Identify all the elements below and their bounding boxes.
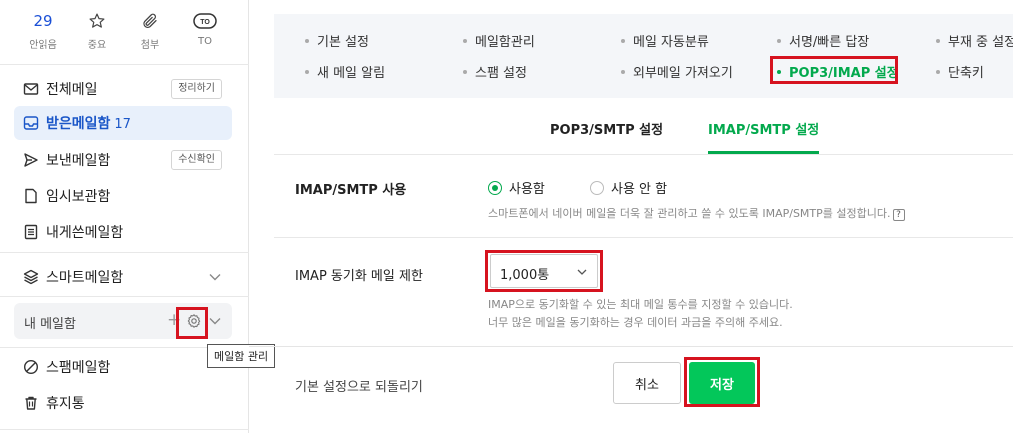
sidebar-item-to-me[interactable]: 내게쓴메일함 — [14, 215, 232, 249]
divider — [249, 346, 1013, 347]
note-icon — [22, 223, 40, 241]
divider — [0, 296, 249, 297]
sidebar-item-label: 전체메일 — [46, 82, 98, 98]
sidebar-item-label: 보낸메일함 — [46, 153, 111, 169]
divider — [0, 64, 249, 65]
bullet — [936, 38, 940, 43]
sidebar-item-spam[interactable]: 스팸메일함 — [14, 350, 232, 384]
bullet — [463, 69, 467, 74]
bullet — [463, 38, 467, 43]
divider — [0, 252, 249, 253]
select-highlight — [485, 250, 603, 292]
sidebar-item-label: 스팸메일함 — [46, 360, 111, 376]
menu-mailbox-manage[interactable]: 메일함관리 — [463, 31, 535, 50]
unread-count: 29 — [33, 12, 53, 30]
sidebar-item-label: 내게쓴메일함 — [46, 225, 124, 241]
manage-mailbox-tooltip: 메일함 관리 — [207, 344, 276, 368]
help-icon[interactable]: ? — [892, 209, 905, 221]
menu-spam-settings[interactable]: 스팸 설정 — [463, 62, 527, 81]
radio-circle — [488, 180, 502, 195]
organize-button[interactable]: 정리하기 — [171, 79, 222, 99]
to-icon: TO — [180, 10, 230, 32]
divider — [0, 429, 249, 430]
save-highlight — [684, 357, 760, 407]
radio-use-on[interactable]: 사용함 — [488, 178, 545, 197]
menu-external-mail[interactable]: 외부메일 가져오기 — [621, 62, 733, 81]
sync-limit-label: IMAP 동기화 메일 제한 — [295, 269, 423, 284]
star-icon — [72, 10, 122, 32]
tab-pop3-smtp[interactable]: POP3/SMTP 설정 — [550, 116, 663, 154]
envelope-icon — [22, 80, 40, 98]
quick-label: TO — [198, 36, 212, 47]
sidebar-item-all-mail[interactable]: 전체메일 정리하기 — [14, 72, 232, 106]
divider — [274, 237, 1013, 238]
bullet — [305, 69, 309, 74]
menu-highlight — [770, 56, 898, 84]
reset-defaults-link[interactable]: 기본 설정으로 되돌리기 — [295, 376, 423, 395]
settings-menu — [274, 14, 1013, 98]
sync-limit-desc-2: 너무 많은 메일을 동기화하는 경우 데이터 과금을 주의해 주세요. — [488, 316, 783, 329]
quick-label: 첨부 — [140, 40, 160, 51]
layers-icon — [22, 268, 40, 286]
bullet — [777, 38, 781, 43]
sidebar-item-trash[interactable]: 휴지통 — [14, 386, 232, 420]
bullet — [305, 38, 309, 43]
unread-badge: 17 — [114, 117, 131, 132]
menu-signature[interactable]: 서명/빠른 답장 — [777, 31, 869, 50]
spam-icon — [22, 358, 40, 376]
gear-highlight — [176, 307, 208, 339]
chevron-down-icon[interactable] — [208, 270, 222, 284]
trash-icon — [22, 394, 40, 412]
paperclip-icon — [125, 10, 175, 32]
sidebar-item-label: 휴지통 — [46, 396, 85, 412]
sidebar-item-label: 스마트메일함 — [46, 270, 124, 286]
sidebar: 29 안읽음 중요 첨부 TO TO 전체메일 정리하기 받은메일함 17 보낸… — [0, 0, 249, 433]
imap-use-description: 스마트폰에서 네이버 메일을 더욱 잘 관리하고 쓸 수 있도록 IMAP/SM… — [488, 205, 905, 221]
menu-shortcuts[interactable]: 단축키 — [936, 62, 984, 81]
menu-new-mail-alert[interactable]: 새 메일 알림 — [305, 62, 385, 81]
quick-label: 안읽음 — [29, 40, 57, 51]
svg-text:TO: TO — [200, 19, 210, 26]
sync-limit-desc-1: IMAP으로 동기화할 수 있는 최대 메일 통수를 지정할 수 있습니다. — [488, 298, 793, 311]
bullet — [936, 69, 940, 74]
menu-away[interactable]: 부재 중 설정 — [936, 31, 1013, 50]
menu-auto-sort[interactable]: 메일 자동분류 — [621, 31, 709, 50]
imap-use-label: IMAP/SMTP 사용 — [295, 183, 407, 198]
cancel-button[interactable]: 취소 — [613, 362, 681, 404]
quick-unread[interactable]: 29 안읽음 — [18, 10, 68, 51]
sidebar-item-label: 받은메일함 17 — [46, 116, 131, 132]
read-receipt-button[interactable]: 수신확인 — [171, 150, 222, 170]
sidebar-item-label: 임시보관함 — [46, 189, 111, 205]
inbox-icon — [22, 114, 40, 132]
radio-label: 사용 안 함 — [611, 182, 668, 197]
my-mailbox-label: 내 메일함 — [24, 317, 76, 332]
tab-imap-smtp[interactable]: IMAP/SMTP 설정 — [708, 116, 820, 154]
quick-attachment[interactable]: 첨부 — [125, 10, 175, 51]
menu-basic-settings[interactable]: 기본 설정 — [305, 31, 369, 50]
quick-important[interactable]: 중요 — [72, 10, 122, 51]
bullet — [621, 38, 625, 43]
chevron-down-icon[interactable] — [208, 314, 222, 328]
divider — [274, 154, 1013, 155]
quick-label: 중요 — [87, 40, 107, 51]
bullet — [621, 69, 625, 74]
sidebar-item-drafts[interactable]: 임시보관함 — [14, 179, 232, 213]
send-icon — [22, 151, 40, 169]
sidebar-item-inbox[interactable]: 받은메일함 17 — [14, 106, 232, 140]
radio-use-off[interactable]: 사용 안 함 — [590, 178, 667, 197]
sidebar-item-smart[interactable]: 스마트메일함 — [14, 260, 232, 294]
sidebar-item-sent[interactable]: 보낸메일함 수신확인 — [14, 143, 232, 177]
radio-label: 사용함 — [509, 182, 545, 197]
quick-to[interactable]: TO TO — [180, 10, 230, 47]
draft-icon — [22, 187, 40, 205]
radio-circle — [590, 180, 604, 195]
quick-filters: 29 안읽음 중요 첨부 TO TO — [0, 0, 249, 64]
